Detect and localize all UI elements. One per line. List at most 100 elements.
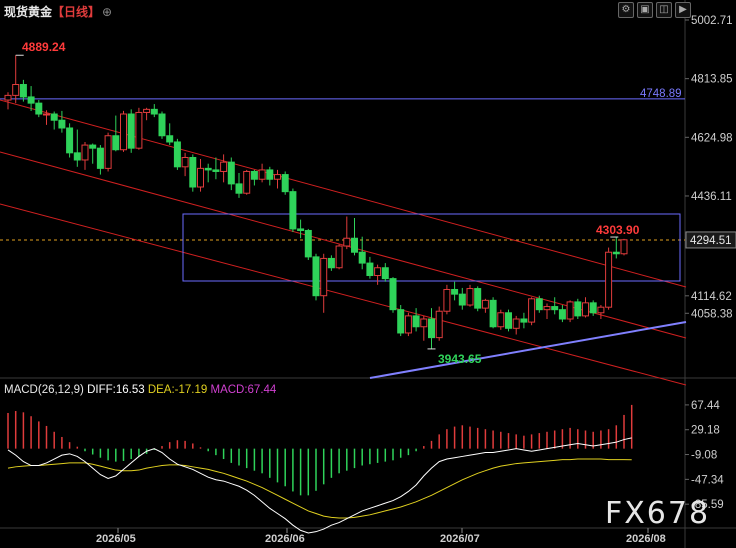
candle-body	[4, 94, 12, 101]
candle	[120, 110, 127, 152]
candle-body	[320, 257, 328, 297]
candle	[50, 111, 58, 130]
high-label: 4889.24	[22, 40, 66, 54]
candle-body	[528, 298, 536, 323]
candle-body	[597, 306, 605, 314]
support-line	[369, 321, 687, 379]
candle	[235, 173, 243, 198]
candle-body	[289, 191, 297, 230]
candle-body	[358, 251, 366, 264]
candle-body	[258, 169, 266, 180]
candle	[520, 312, 528, 329]
candle	[489, 297, 497, 329]
candle	[281, 171, 289, 195]
price-tick-label: 4813.85	[691, 74, 733, 86]
legend-dea: DEA:-17.19	[147, 384, 208, 396]
candle	[173, 138, 181, 170]
candle-body	[35, 102, 43, 115]
candle-body	[50, 113, 58, 121]
candle-body	[505, 312, 512, 329]
watermark: FX678	[605, 496, 711, 531]
candle	[297, 219, 305, 239]
candle	[435, 306, 443, 341]
candle	[212, 157, 220, 180]
candle-body	[112, 135, 120, 151]
diff-line	[7, 437, 632, 534]
candle	[250, 169, 258, 186]
candle-body	[43, 113, 50, 116]
candle-body	[443, 288, 451, 312]
candle-body	[589, 302, 597, 314]
candle-body	[304, 229, 312, 258]
candle-body	[150, 108, 158, 115]
candle-body	[158, 113, 166, 137]
candle	[35, 100, 43, 118]
candle-body	[143, 108, 151, 113]
candle	[512, 315, 520, 335]
candle	[81, 141, 89, 170]
gear-icon[interactable]: ⊕	[102, 5, 112, 19]
candle	[12, 55, 20, 104]
candle-body	[235, 183, 243, 194]
candle	[397, 305, 405, 337]
candle-body	[582, 302, 589, 317]
candle-body	[458, 293, 466, 306]
candle-body	[612, 251, 620, 255]
candle-body	[535, 298, 543, 311]
channel-upper-line	[0, 99, 687, 288]
candle	[558, 305, 566, 323]
candle-body	[266, 169, 274, 180]
candle	[551, 297, 559, 315]
candle	[204, 163, 212, 183]
candle-body	[327, 257, 335, 269]
candle	[620, 238, 628, 256]
candle	[381, 263, 389, 282]
candle	[574, 298, 582, 319]
candle-body	[374, 267, 382, 277]
candle	[474, 286, 482, 312]
candle	[19, 79, 27, 102]
candle	[143, 107, 151, 121]
settings-icon[interactable]: ⚙	[618, 2, 634, 18]
play-icon[interactable]: ▶	[675, 2, 691, 18]
date-tick-label: 2026/05	[96, 533, 136, 545]
candle	[274, 169, 281, 189]
candle	[389, 277, 397, 313]
candle-body	[397, 309, 405, 334]
candle-body	[89, 144, 97, 149]
candle	[66, 123, 74, 158]
candle-body	[520, 318, 528, 323]
candle-body	[366, 262, 374, 277]
last-price-label: 4294.51	[690, 235, 732, 247]
candle	[150, 104, 158, 118]
chart-canvas: 5002.71 4813.85 4624.98 4436.11 4294.51 4114.…	[0, 0, 736, 548]
candle-body	[381, 267, 389, 280]
candle	[127, 109, 135, 153]
candle-body	[135, 111, 143, 149]
candle	[289, 188, 297, 233]
candle	[243, 169, 251, 195]
candle-body	[481, 299, 489, 309]
candle-body	[420, 318, 428, 328]
candle	[104, 132, 112, 172]
candle-body	[428, 318, 435, 339]
candle	[181, 152, 189, 177]
candle-body	[435, 310, 443, 339]
image-icon[interactable]: ▣	[637, 2, 653, 18]
candle	[135, 107, 143, 150]
candle-body	[281, 174, 289, 193]
candle-body	[466, 288, 474, 306]
restore-icon[interactable]: ◫	[656, 2, 672, 18]
candle	[543, 303, 551, 319]
candle-body	[474, 288, 482, 309]
candle	[404, 312, 412, 337]
candle-body	[297, 228, 305, 231]
period-label[interactable]: 【日线】	[52, 5, 100, 19]
low-label: 3943.65	[438, 352, 482, 366]
candle-body	[120, 113, 127, 151]
candle	[158, 111, 166, 139]
price-tick-label: 4436.11	[691, 191, 732, 203]
candle	[458, 287, 466, 310]
candle	[366, 256, 374, 279]
candle-body	[620, 239, 628, 255]
